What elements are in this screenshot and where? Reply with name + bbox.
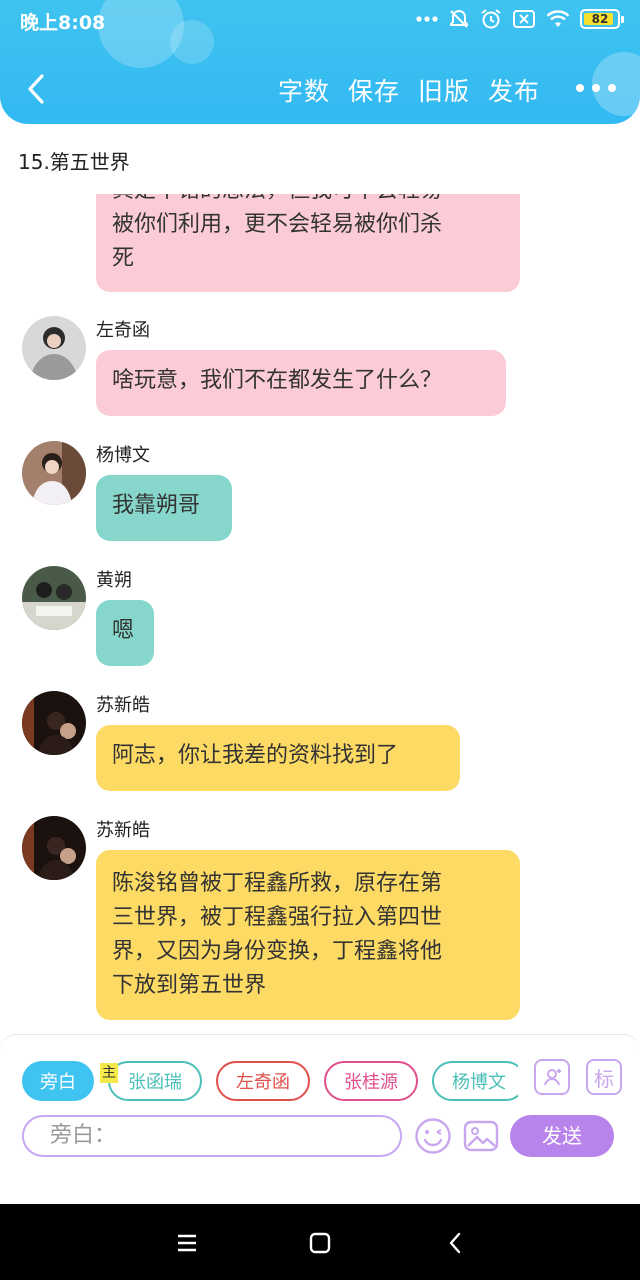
tag-button[interactable]: 标 <box>586 1059 622 1095</box>
message-line: 三世界，被丁程鑫强行拉入第四世 <box>112 905 443 930</box>
sender-name: 黄朔 <box>96 570 132 591</box>
back-nav-button[interactable] <box>440 1228 470 1258</box>
status-icons: 82 <box>416 8 624 30</box>
emoji-button[interactable] <box>414 1117 452 1155</box>
character-chip[interactable]: 张桂源 <box>324 1061 418 1101</box>
chat-area[interactable]: 真是不错的想法，但我可不会轻易 被你们利用，更不会轻易被你们杀 死 左奇函 啥玩… <box>0 194 640 1030</box>
message-bubble[interactable]: 我靠朔哥 <box>96 475 232 541</box>
person-photo-icon <box>22 566 86 630</box>
image-icon <box>463 1120 499 1152</box>
character-chip[interactable]: 张函瑞 <box>108 1061 202 1101</box>
sim-error-icon <box>513 10 535 28</box>
more-dots-icon <box>576 84 584 92</box>
square-home-icon <box>309 1232 331 1254</box>
message-bubble[interactable]: 真是不错的想法，但我可不会轻易 被你们利用，更不会轻易被你们杀 死 <box>96 194 520 292</box>
character-manage-button[interactable] <box>534 1059 570 1095</box>
message-bubble[interactable]: 陈浚铭曾被丁程鑫所救，原存在第 三世界，被丁程鑫强行拉入第四世 界，又因为身份变… <box>96 850 520 1020</box>
message-line: 阿志，你让我差的资料找到了 <box>112 743 399 768</box>
avatar[interactable] <box>22 566 86 630</box>
hamburger-icon <box>178 1234 196 1252</box>
sender-name: 苏新皓 <box>96 695 150 716</box>
avatar[interactable] <box>22 816 86 880</box>
message-bubble[interactable]: 啥玩意，我们不在都发生了什么？ <box>96 350 506 416</box>
character-selector[interactable]: 旁白 张函瑞 左奇函 张桂源 杨博文 <box>22 1061 518 1105</box>
message-bubble[interactable]: 阿志，你让我差的资料找到了 <box>96 725 460 791</box>
message-line: 我靠朔哥 <box>112 493 201 518</box>
more-dots-icon <box>608 84 616 92</box>
avatar[interactable] <box>22 316 86 380</box>
mute-bell-icon <box>450 9 468 28</box>
message-line: 嗯 <box>112 618 135 643</box>
sender-name: 苏新皓 <box>96 820 150 841</box>
wifi-icon <box>546 10 570 27</box>
avatar[interactable] <box>22 691 86 755</box>
status-bar: 晚上8:08 82 <box>0 0 640 40</box>
compose-panel: 旁白 张函瑞 左奇函 张桂源 杨博文 主 标 旁白： 发送 <box>0 1034 640 1204</box>
person-photo-icon <box>22 441 86 505</box>
person-photo-icon <box>22 316 86 380</box>
message-line: 死 <box>112 246 135 271</box>
more-options-button[interactable] <box>576 80 616 96</box>
status-time: 晚上8:08 <box>20 12 106 34</box>
battery-level: 82 <box>591 12 609 26</box>
sender-name: 杨博文 <box>96 445 150 466</box>
battery-icon: 82 <box>580 9 624 29</box>
message-line: 被你们利用，更不会轻易被你们杀 <box>112 212 443 237</box>
image-button[interactable] <box>462 1117 500 1155</box>
character-chip-narrator[interactable]: 旁白 <box>22 1061 94 1101</box>
person-photo-icon <box>22 691 86 755</box>
more-dots-icon <box>592 84 600 92</box>
alarm-icon <box>481 9 501 29</box>
back-button[interactable] <box>16 68 56 110</box>
message-line: 真是不错的想法，但我可不会轻易 <box>112 194 504 208</box>
character-chip[interactable]: 左奇函 <box>216 1061 310 1101</box>
smiley-icon <box>415 1118 451 1154</box>
publish-button[interactable]: 发布 <box>488 72 540 108</box>
message-line: 陈浚铭曾被丁程鑫所救，原存在第 <box>112 871 443 896</box>
sender-name: 左奇函 <box>96 320 150 341</box>
save-button[interactable]: 保存 <box>348 72 400 108</box>
character-chip[interactable]: 杨博文 <box>432 1061 518 1101</box>
system-nav-bar <box>0 1204 640 1280</box>
main-character-tag: 主 <box>100 1063 118 1083</box>
home-nav-button[interactable] <box>305 1228 335 1258</box>
chapter-title: 15.第五世界 <box>18 150 130 174</box>
message-line: 啥玩意，我们不在都发生了什么？ <box>112 368 443 393</box>
menu-nav-button[interactable] <box>172 1228 202 1258</box>
header-actions: 字数 保存 旧版 发布 <box>278 72 540 108</box>
send-button[interactable]: 发送 <box>510 1115 614 1157</box>
old-version-button[interactable]: 旧版 <box>418 72 470 108</box>
app-header: 晚上8:08 82 字数 保存 旧版 发布 <box>0 0 640 124</box>
chevron-left-icon <box>28 74 44 104</box>
message-input[interactable]: 旁白： <box>22 1115 402 1157</box>
chevron-left-icon <box>449 1232 461 1254</box>
avatar[interactable] <box>22 441 86 505</box>
dots-notification-icon <box>416 16 438 22</box>
message-line: 界，又因为身份变换，丁程鑫将他 <box>112 939 443 964</box>
person-card-icon <box>544 1069 561 1086</box>
message-bubble[interactable]: 嗯 <box>96 600 154 666</box>
word-count-button[interactable]: 字数 <box>278 72 330 108</box>
person-photo-icon <box>22 816 86 880</box>
message-line: 下放到第五世界 <box>112 973 267 998</box>
